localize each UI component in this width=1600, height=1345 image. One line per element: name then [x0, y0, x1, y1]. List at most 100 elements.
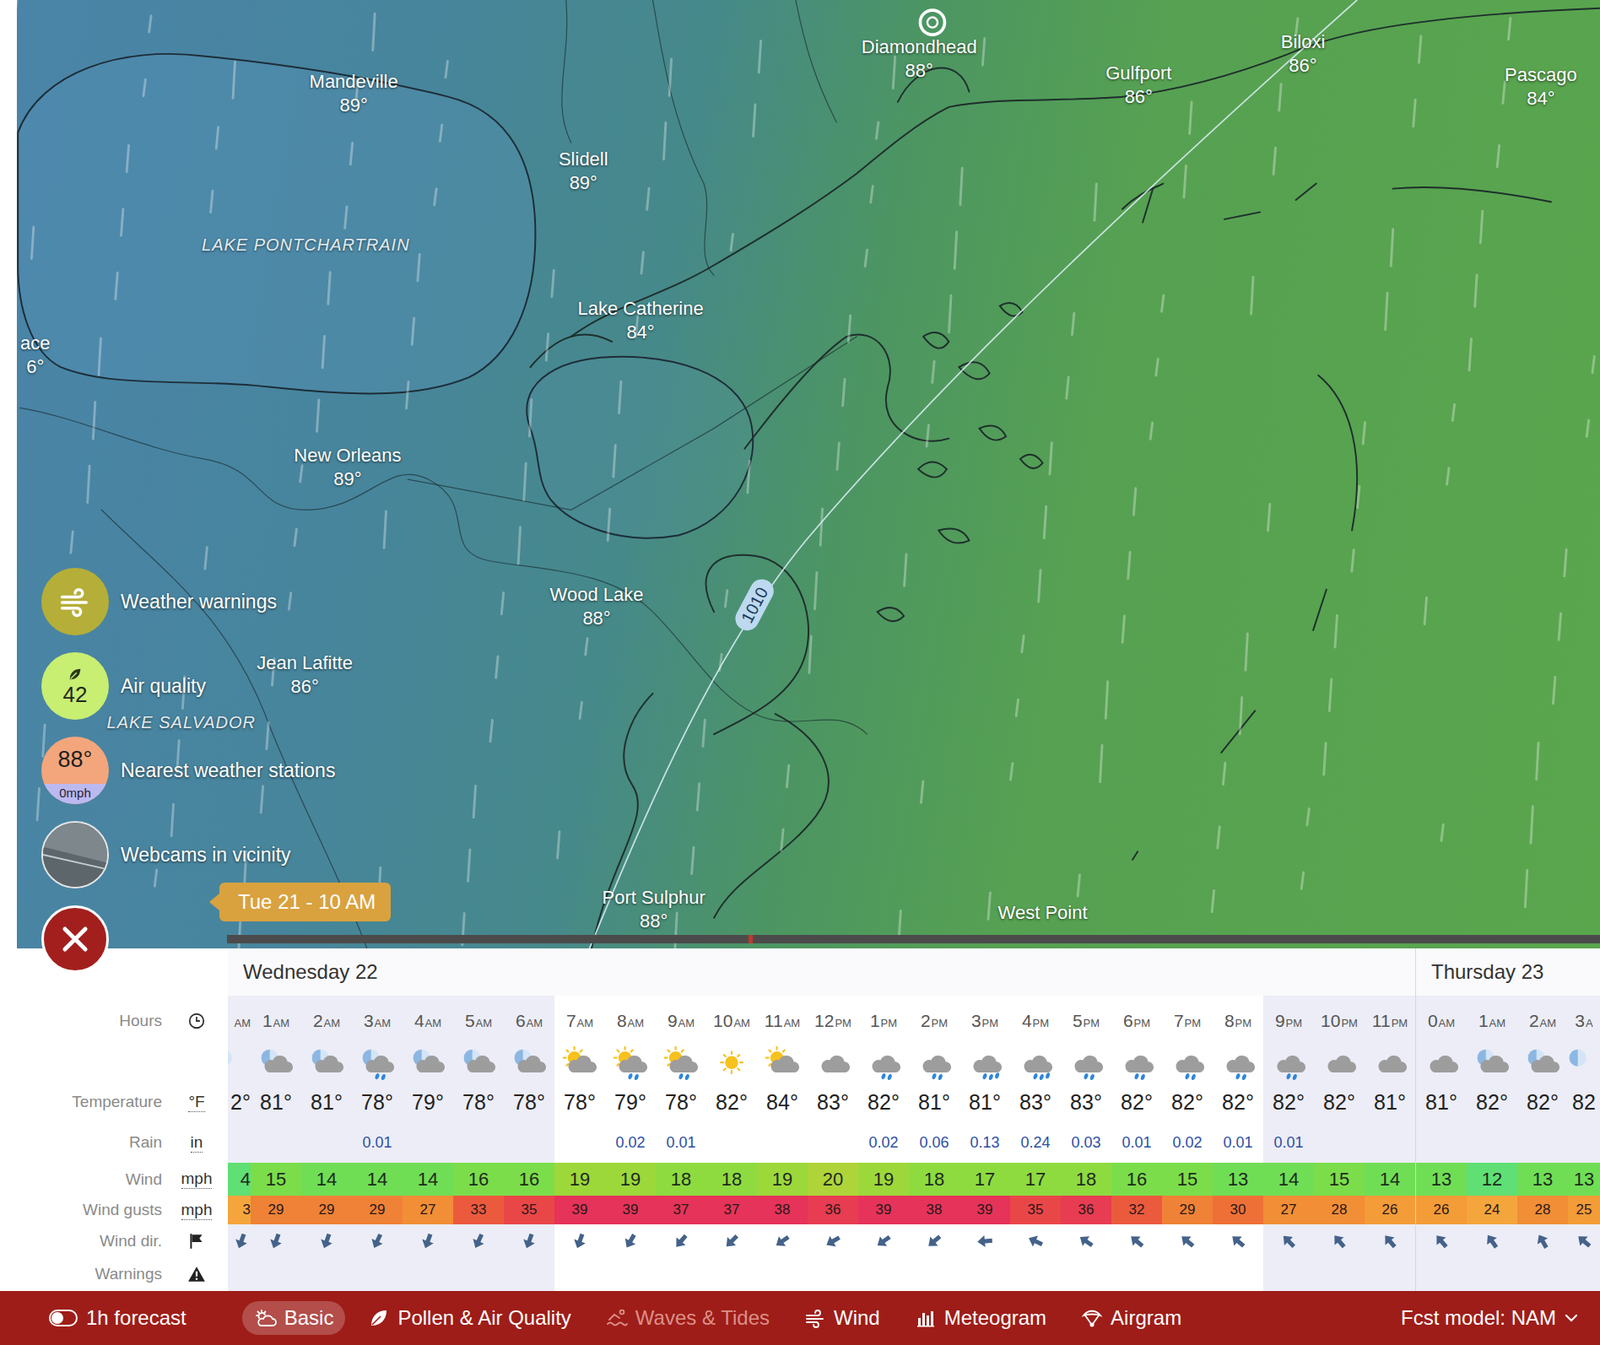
hour-column[interactable]: 2AM81°1429 — [301, 995, 352, 1292]
side-button[interactable]: 88°0mphNearest weather stations — [41, 736, 336, 805]
hour-cell: 11AM — [756, 995, 808, 1047]
toggle-switch[interactable] — [48, 1309, 78, 1327]
weather-map[interactable]: LAKE PONTCHARTRAINLAKE SALVADORMandevill… — [16, 0, 1600, 949]
city-label[interactable]: Lake Catherine84° — [577, 297, 703, 345]
side-button[interactable]: 42Air quality — [41, 652, 336, 720]
toolbar-tab[interactable]: Waves & Tides — [593, 1301, 782, 1336]
hour-column[interactable]: 5PM83°0.031836 — [1060, 995, 1112, 1292]
hour-column[interactable]: 6AM78°1635 — [503, 995, 555, 1292]
toolbar-tab[interactable]: Airgram — [1068, 1301, 1194, 1336]
warning-cell — [1517, 1257, 1568, 1292]
weather-icon — [1521, 1046, 1564, 1082]
row-unit[interactable] — [175, 1011, 218, 1031]
swimmer-icon — [605, 1308, 629, 1329]
timeline-marker[interactable] — [748, 935, 753, 944]
hour-column[interactable]: 5AM78°1633 — [453, 995, 504, 1292]
wind-warning-icon — [56, 583, 94, 621]
hour-column[interactable]: 3PM81°0.131739 — [959, 995, 1011, 1292]
side-button-circle[interactable] — [41, 905, 109, 973]
weather-cell — [1466, 1046, 1518, 1082]
row-unit[interactable]: °F — [175, 1092, 218, 1113]
hour-column[interactable]: 1PM82°0.021939 — [858, 995, 909, 1292]
hour-column[interactable]: 1AM82°1224 — [1466, 995, 1518, 1292]
city-label[interactable]: Wood Lake88° — [550, 583, 644, 631]
side-button-circle[interactable] — [41, 821, 109, 889]
city-label[interactable]: Jean Lafitte86° — [256, 651, 353, 699]
row-unit[interactable] — [175, 1264, 218, 1284]
hour-column[interactable]: 7PM82°0.021529 — [1162, 995, 1213, 1292]
hour-column[interactable]: 4AM79°1427 — [402, 995, 454, 1292]
weather-cell — [351, 1046, 403, 1082]
city-label[interactable]: Pascago84° — [1504, 63, 1578, 111]
hour-column[interactable]: 12PM83°2036 — [807, 995, 859, 1292]
hour-column[interactable]: 7AM78°1939 — [554, 995, 606, 1292]
city-label[interactable]: Mandeville89° — [309, 70, 399, 118]
hour-column[interactable]: 11PM81°1426 — [1364, 995, 1416, 1292]
temperature-cell: 82° — [1313, 1081, 1365, 1123]
hour-column[interactable]: 4PM83°0.241735 — [1010, 995, 1061, 1292]
hour-column[interactable]: 11AM84°1938 — [756, 995, 808, 1292]
city-label[interactable]: Slidell89° — [558, 147, 609, 195]
hour-column[interactable]: AM2°43 — [227, 995, 251, 1292]
city-label[interactable]: Gulfport86° — [1105, 61, 1172, 109]
forecast-days[interactable]: Wednesday 22AM2°431AM81°15292AM81°14293A… — [227, 948, 1600, 1292]
city-temp: 84° — [577, 320, 703, 345]
hour-column[interactable]: 1AM81°1529 — [250, 995, 302, 1292]
city-label[interactable]: Diamondhead88° — [861, 35, 978, 83]
hour-column[interactable]: 8AM79°0.021939 — [605, 995, 656, 1292]
city-label[interactable]: Biloxi86° — [1281, 30, 1326, 78]
side-button[interactable]: Webcams in vicinity — [41, 821, 336, 889]
hour-column[interactable]: 9AM78°0.011837 — [655, 995, 707, 1292]
side-button[interactable] — [41, 905, 336, 973]
toolbar-tab[interactable]: Basic — [242, 1301, 346, 1336]
row-label-text: Rain — [129, 1133, 163, 1152]
side-button-circle[interactable]: 88°0mph — [41, 736, 109, 805]
toolbar-tab[interactable]: Pollen & Air Quality — [355, 1301, 583, 1336]
row-unit[interactable] — [175, 1232, 218, 1251]
city-label[interactable]: ace6° — [20, 331, 50, 379]
toolbar-tab[interactable]: Meteogram — [902, 1301, 1059, 1336]
hour-column[interactable]: 8PM82°0.011330 — [1212, 995, 1264, 1292]
hour-column[interactable]: 2PM81°0.061838 — [908, 995, 960, 1292]
rain-cell — [1466, 1122, 1518, 1163]
wind-cell: 19 — [554, 1162, 606, 1196]
city-label[interactable]: West Point — [998, 901, 1088, 925]
row-label-text: Wind — [125, 1170, 163, 1190]
hour-suffix: AM — [234, 1016, 252, 1030]
hour-column[interactable]: 9PM82°0.011427 — [1263, 995, 1314, 1292]
hour-column[interactable]: 2AM82°1328 — [1517, 995, 1568, 1292]
hour-column[interactable]: 3AM78°0.011429 — [351, 995, 403, 1292]
side-button-circle[interactable] — [41, 567, 109, 636]
model-select[interactable]: Fcst model: NAM — [1400, 1306, 1580, 1330]
row-unit[interactable]: mph — [175, 1200, 218, 1221]
weather-cell — [1111, 1046, 1163, 1082]
hour-column[interactable]: 10AM82°1837 — [706, 995, 757, 1292]
temperature-cell: 84° — [756, 1081, 808, 1123]
hour-column[interactable]: 6PM82°0.011632 — [1111, 995, 1163, 1292]
city-label[interactable]: Port Sulphur88° — [602, 886, 706, 934]
weather-icon — [305, 1046, 348, 1082]
rain-cell — [453, 1122, 504, 1163]
wind-cell: 18 — [655, 1162, 707, 1196]
hour-column[interactable]: 10PM82°1528 — [1313, 995, 1365, 1292]
unit-text[interactable]: in — [190, 1133, 204, 1153]
city-label[interactable]: New Orleans89° — [293, 443, 401, 492]
hour-column[interactable]: 0AM81°1326 — [1416, 995, 1467, 1292]
side-button-circle[interactable]: 42 — [41, 652, 109, 720]
hour-column[interactable]: 3A821325 — [1567, 995, 1600, 1292]
timeline-bar[interactable] — [227, 935, 1600, 944]
unit-text[interactable]: °F — [188, 1092, 205, 1113]
temperature-cell: 78° — [554, 1081, 606, 1123]
toolbar-tab[interactable]: Wind — [791, 1301, 892, 1336]
wind-arrow-icon — [1428, 1227, 1455, 1255]
unit-text[interactable]: mph — [181, 1200, 213, 1221]
row-unit[interactable]: mph — [175, 1169, 218, 1190]
side-button[interactable]: Weather warnings — [41, 567, 336, 636]
gust-cell: 38 — [756, 1195, 808, 1225]
unit-text[interactable]: mph — [181, 1169, 213, 1190]
wind-arrow-icon — [921, 1227, 948, 1255]
weather-cell — [655, 1046, 707, 1082]
row-unit[interactable]: in — [175, 1133, 218, 1153]
forecast-toggle[interactable]: 1h forecast — [48, 1306, 187, 1330]
gust-cell: 39 — [554, 1195, 606, 1225]
